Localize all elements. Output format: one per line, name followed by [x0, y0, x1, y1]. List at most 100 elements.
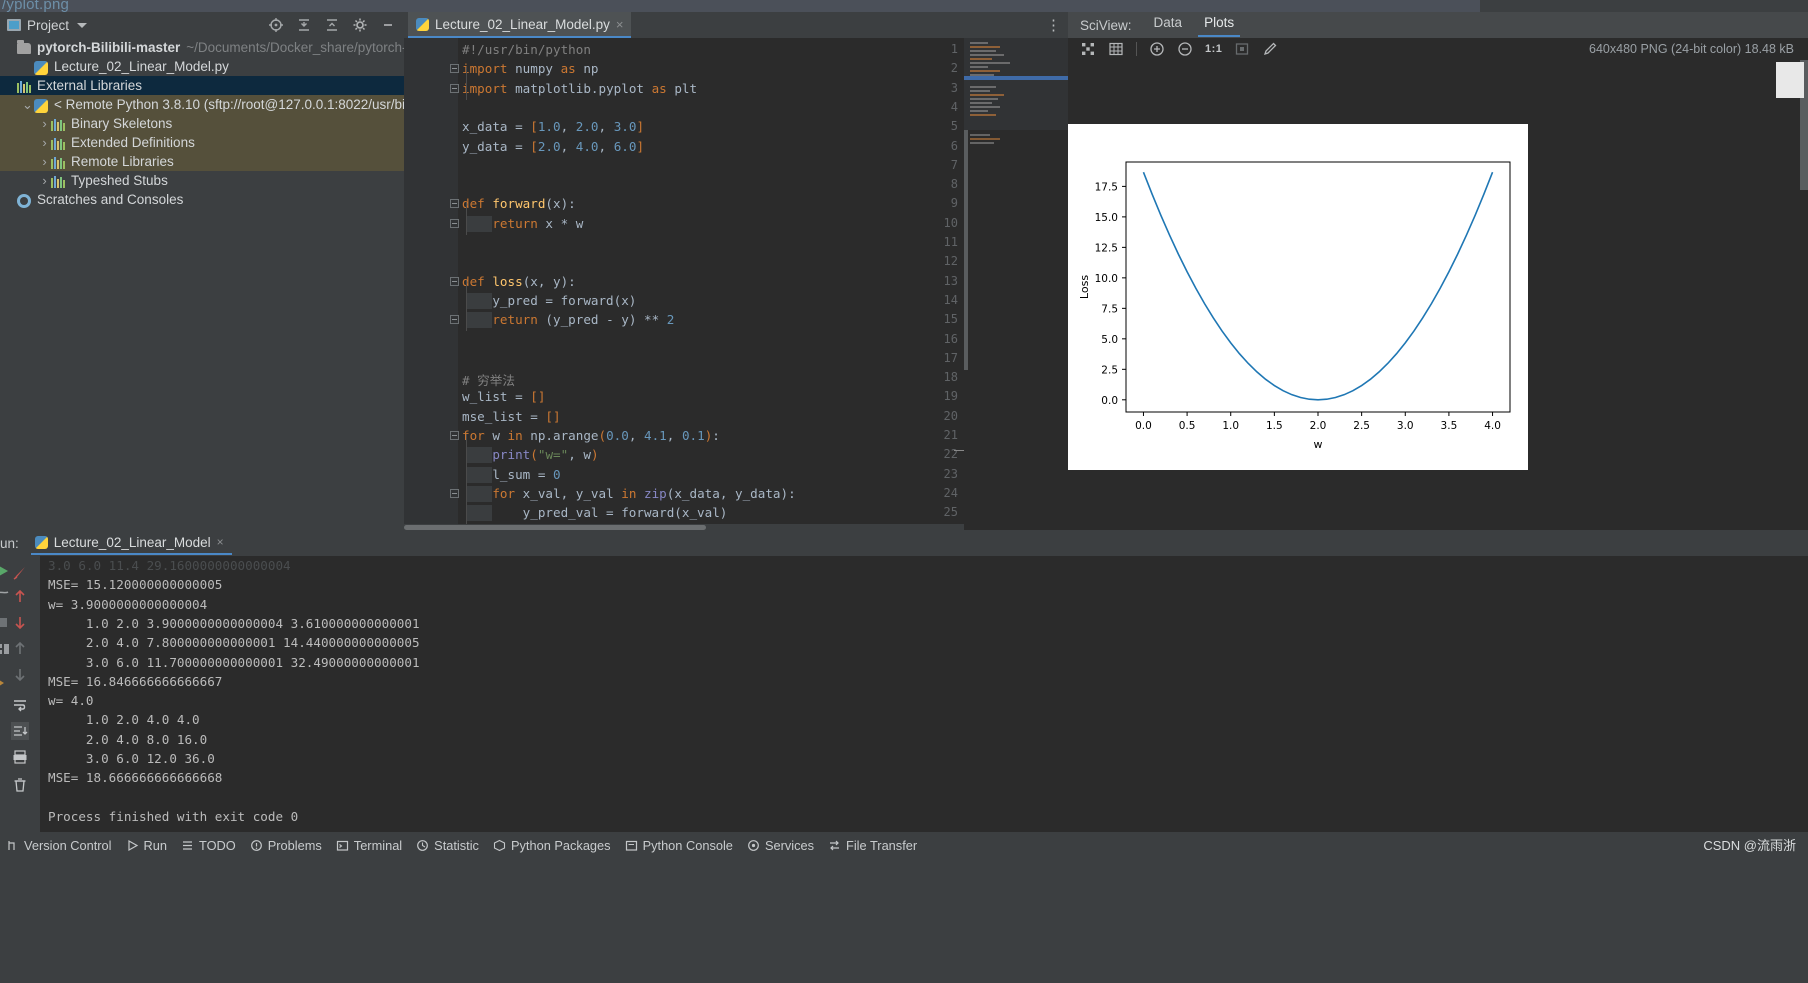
chevron-right-icon[interactable]: › [38, 135, 51, 150]
loss-curve-plot[interactable]: 0.0 2.5 5.0 7.5 10.0 12.5 15.0 17.5 0.0 0.5 1.0 1.5… [1068, 124, 1528, 470]
x-tick-label: 1.0 [1222, 420, 1239, 432]
tree-item-extended-definitions[interactable]: › Extended Definitions [0, 133, 404, 152]
grid-icon[interactable] [1108, 41, 1124, 57]
editor-minimap[interactable] [964, 38, 1068, 524]
statusbar-version-control[interactable]: Version Control [6, 838, 112, 853]
line-number: 16 [943, 331, 958, 346]
tree-item-remote-libraries[interactable]: › Remote Libraries [0, 152, 404, 171]
more-options-icon[interactable]: ⋮ [1046, 16, 1062, 34]
tree-item-label: Remote Libraries [71, 154, 174, 169]
indent-guide [466, 202, 467, 235]
rerun-icon[interactable] [11, 564, 29, 582]
fold-marker-icon[interactable] [450, 488, 459, 498]
settings-gear-icon[interactable] [352, 17, 368, 33]
scroll-to-end-icon[interactable] [11, 722, 29, 740]
chevron-down-icon[interactable] [77, 22, 88, 28]
arrow-right-icon[interactable] [0, 674, 10, 692]
code-line: import numpy as np [462, 61, 599, 77]
up-arrow-icon[interactable] [11, 588, 29, 606]
project-toolbar [268, 17, 404, 33]
code-line: y_pred_val = forward(x_val) [462, 505, 728, 521]
tree-item-label: Binary Skeletons [71, 116, 173, 131]
run-tab-lecture02[interactable]: Lecture_02_Linear_Model × [30, 532, 232, 555]
collapse-all-icon[interactable] [324, 17, 340, 33]
up-arrow-gray-icon[interactable] [11, 640, 29, 658]
indent-guide [466, 67, 467, 100]
line-number: 1 [950, 42, 958, 56]
tree-item-binary-skeletons[interactable]: › Binary Skeletons [0, 114, 404, 133]
code-line: l_sum = 0 [462, 466, 561, 482]
status-bar-items[interactable]: Version Control Run TODO Problems Terminal St… [0, 832, 1808, 858]
close-icon[interactable]: × [217, 535, 224, 549]
statusbar-terminal[interactable]: Terminal [336, 838, 402, 853]
zoom-in-icon[interactable] [1149, 41, 1165, 57]
run-toolbar-sidebar[interactable] [0, 556, 40, 832]
tree-item-external-libraries[interactable]: External Libraries [0, 76, 404, 95]
fold-marker-icon[interactable] [450, 218, 459, 228]
minimap-line [970, 106, 1000, 108]
close-icon[interactable]: × [616, 17, 624, 32]
x-tick-label: 1.5 [1266, 420, 1283, 432]
statusbar-run[interactable]: Run [126, 838, 167, 853]
project-tree[interactable]: pytorch-Bilibili-master ~/Documents/Docke… [0, 38, 404, 530]
minimap-line [970, 62, 1010, 64]
fold-marker-icon[interactable] [450, 83, 459, 93]
tree-item-pytorch-bilibili-master[interactable]: pytorch-Bilibili-master ~/Documents/Docke… [0, 38, 404, 57]
tree-item-scratches-and-consoles[interactable]: Scratches and Consoles [0, 190, 404, 209]
locate-icon[interactable] [268, 17, 284, 33]
chevron-right-icon[interactable]: › [38, 154, 51, 169]
square-stop-icon[interactable] [0, 614, 12, 632]
fold-marker-icon[interactable] [450, 64, 459, 74]
code-editor[interactable]: 1 #!/usr/bin/python 2 import numpy as np 3 im… [404, 38, 968, 525]
line-number: 20 [943, 408, 958, 423]
statusbar-statistic[interactable]: Statistic [416, 838, 479, 853]
branch-icon [8, 840, 15, 850]
editor-scrollbar[interactable] [964, 130, 968, 370]
statusbar-problems[interactable]: Problems [250, 838, 322, 853]
fold-marker-icon[interactable] [450, 315, 459, 325]
statusbar-file-transfer[interactable]: File Transfer [828, 838, 917, 853]
trash-icon[interactable] [11, 776, 29, 794]
down-arrow-icon[interactable] [11, 614, 29, 632]
statusbar-python-packages[interactable]: Python Packages [493, 838, 611, 853]
watermark: CSDN @流雨浙 [1703, 838, 1796, 853]
tree-item-typeshed-stubs[interactable]: › Typeshed Stubs [0, 171, 404, 190]
tree-item-remote-python-3-8-10-sftp-ro[interactable]: ⌄ < Remote Python 3.8.10 (sftp://root@127… [0, 95, 404, 114]
statusbar-python-console[interactable]: Python Console [625, 838, 733, 853]
statusbar-item-label: Python Console [642, 837, 733, 853]
down-arrow-gray-icon[interactable] [11, 666, 29, 684]
color-picker-icon[interactable] [1262, 41, 1278, 57]
fold-marker-icon[interactable] [450, 431, 459, 440]
statusbar-services[interactable]: Services [747, 838, 814, 853]
tree-item-label: Scratches and Consoles [37, 192, 184, 207]
statusbar-todo[interactable]: TODO [181, 838, 236, 853]
run-console-output[interactable]: 3.0 6.0 11.4 29.1600000000000004 MSE= 15.… [40, 556, 1808, 832]
fold-marker-icon[interactable] [450, 199, 459, 209]
expand-all-icon[interactable] [296, 17, 312, 33]
tab-data[interactable]: Data [1154, 15, 1183, 35]
console-icon [625, 840, 637, 851]
zoom-ratio-label[interactable]: 1:1 [1205, 43, 1222, 55]
editor-tab-lecture02[interactable]: Lecture_02_Linear_Model.py × [408, 12, 632, 38]
zoom-out-icon[interactable] [1177, 41, 1193, 57]
print-icon[interactable] [11, 748, 29, 766]
fit-content-icon[interactable] [1234, 41, 1250, 57]
soft-wrap-icon[interactable] [11, 696, 29, 714]
tree-item-lecture-02-linear-model-py[interactable]: Lecture_02_Linear_Model.py [0, 57, 404, 76]
console-line: 1.0 2.0 3.9000000000000004 3.61000000000… [48, 615, 420, 631]
line-number: 18 [943, 370, 958, 385]
layout-icon[interactable] [0, 640, 12, 658]
chevron-right-icon[interactable]: › [38, 116, 51, 131]
code-line: print("w=", w) [492, 447, 599, 463]
tab-plots[interactable]: Plots [1198, 15, 1241, 37]
fold-marker-icon[interactable] [450, 276, 459, 286]
y-tick-label: 10.0 [1095, 273, 1118, 285]
minimap-line [970, 138, 1000, 140]
chevron-right-icon[interactable]: › [38, 173, 51, 188]
plot-background [1068, 124, 1528, 470]
fit-icon[interactable] [1080, 41, 1096, 57]
plot-thumbnail[interactable] [1776, 62, 1804, 98]
minimize-icon[interactable] [380, 17, 396, 33]
chevron-down-icon[interactable]: ⌄ [21, 98, 34, 111]
x-tick-label: 0.5 [1179, 420, 1196, 432]
